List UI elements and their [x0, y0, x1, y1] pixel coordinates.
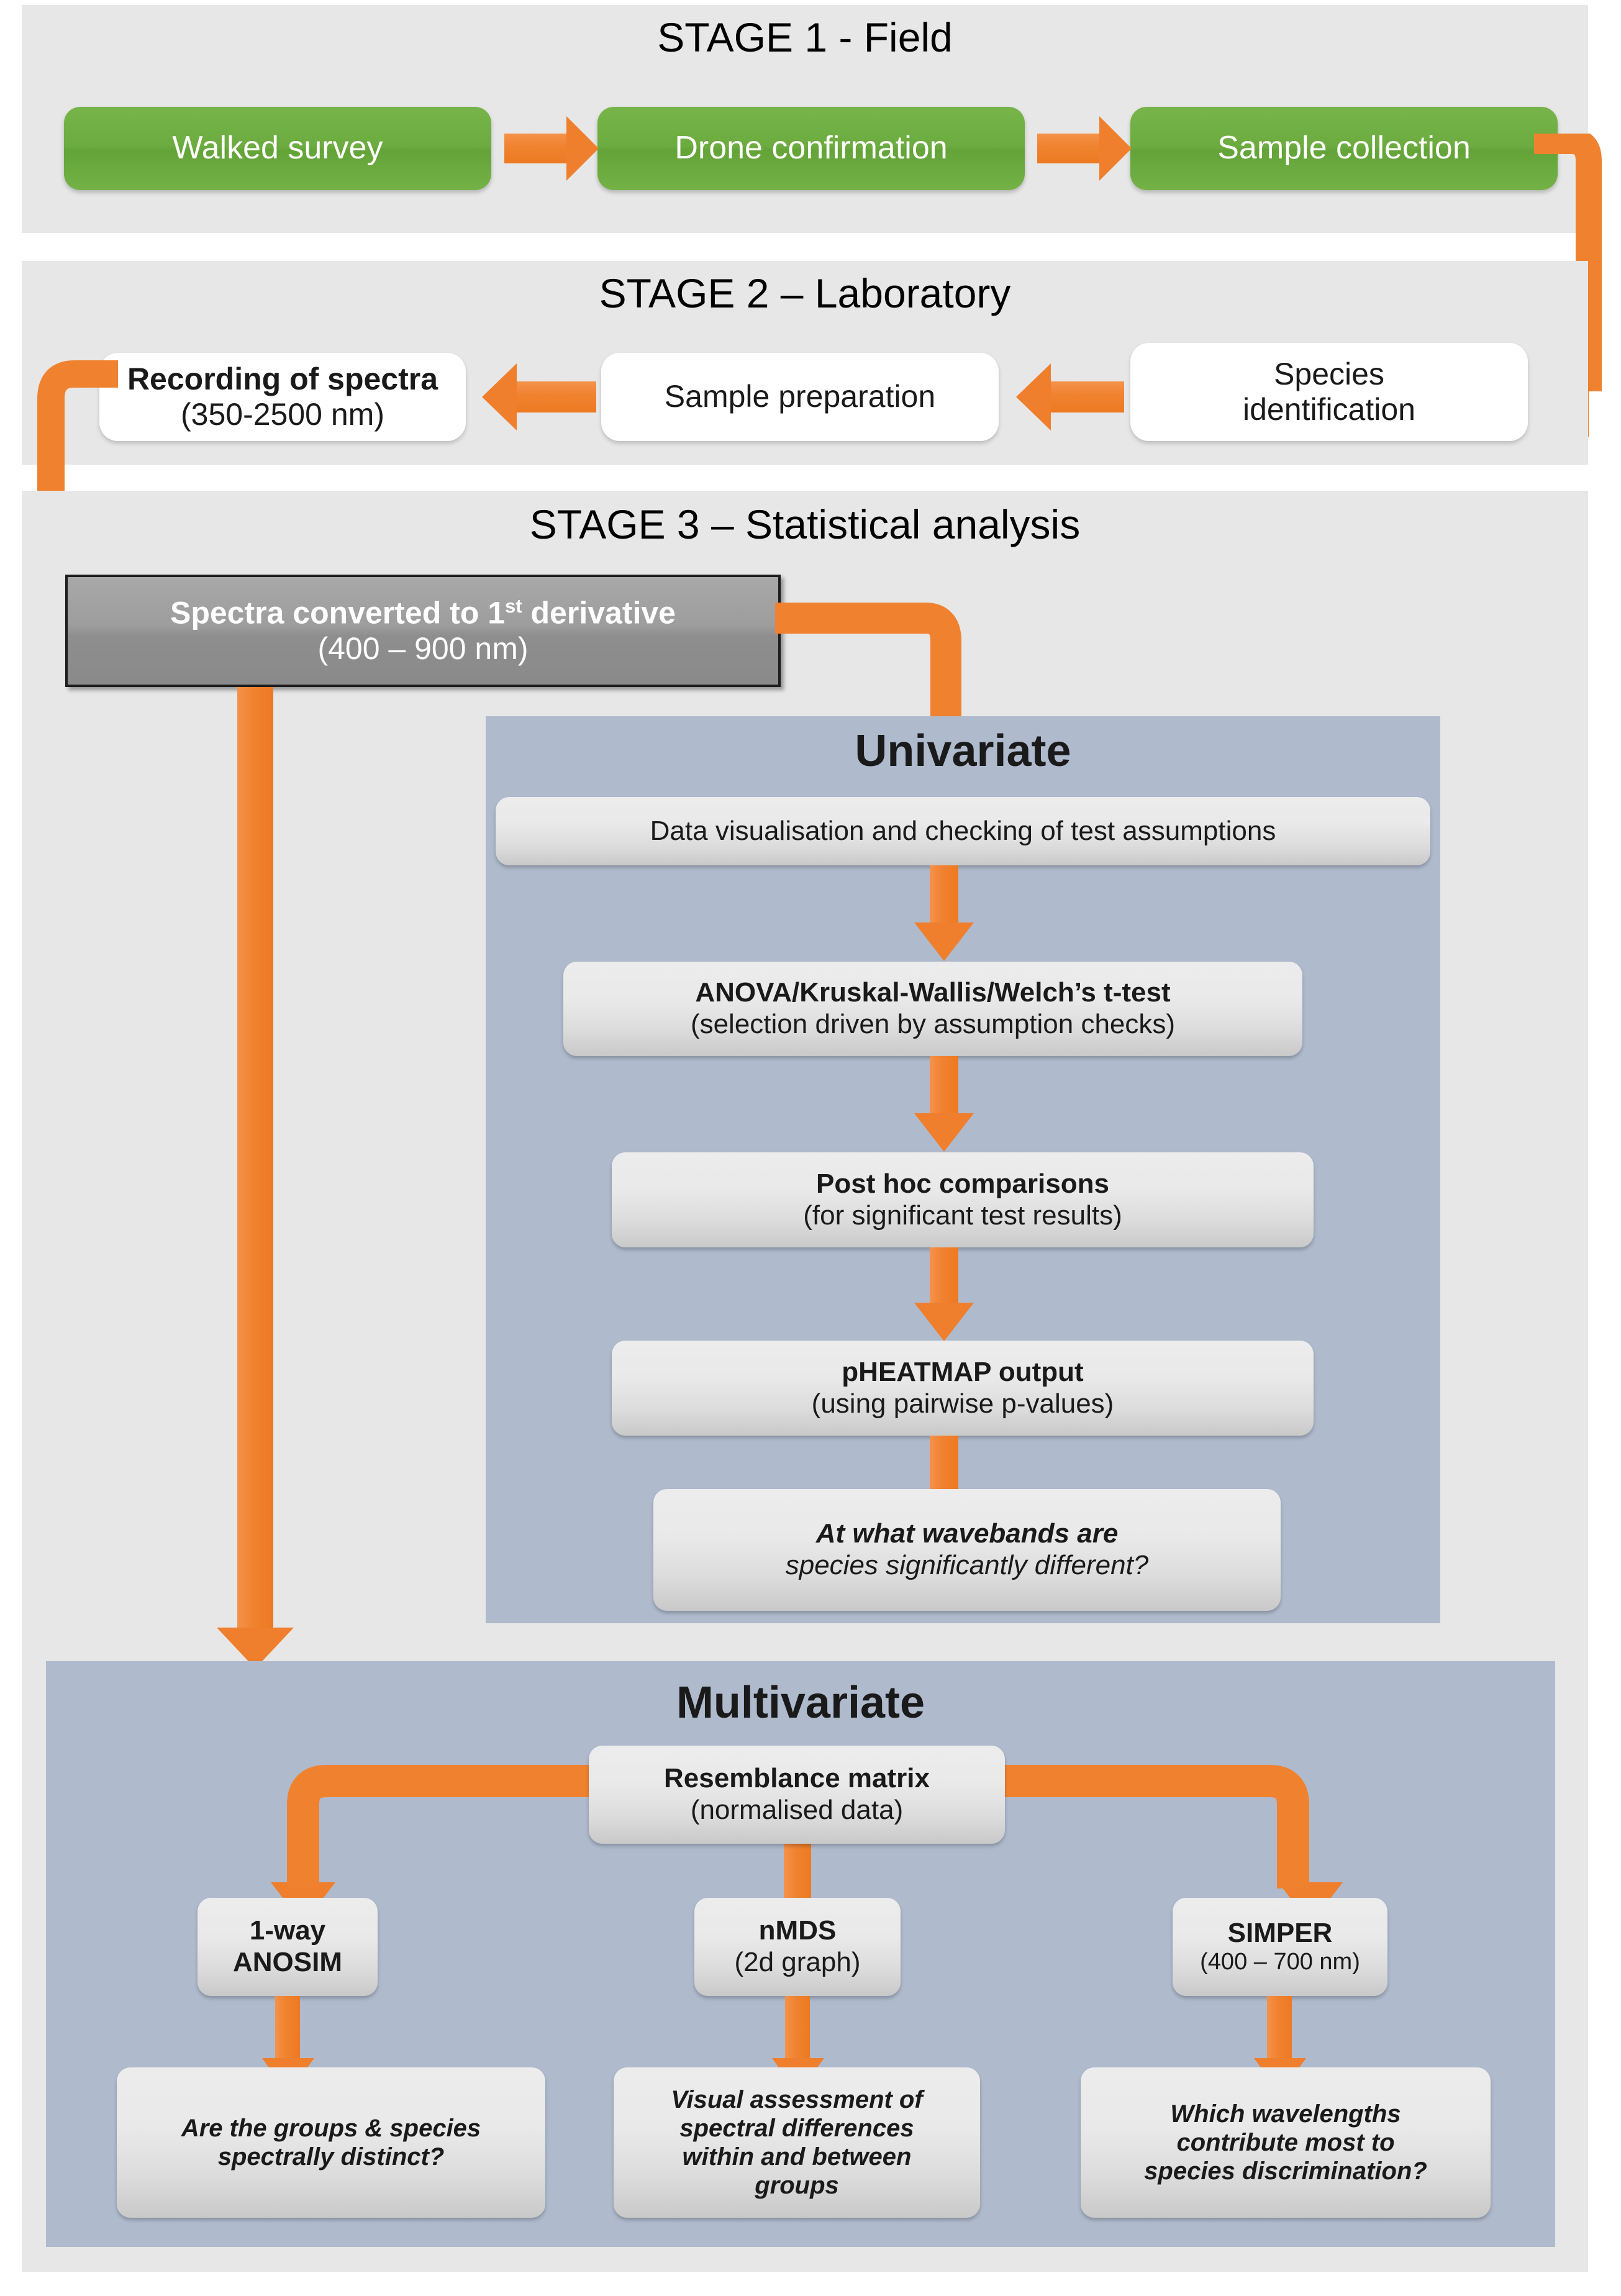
node-univariate-question[interactable]: At what wavebands are species significan… [653, 1489, 1281, 1611]
node-label: Data visualisation and checking of test … [650, 815, 1276, 846]
flowchart-figure: STAGE 1 - Field Walked survey Drone conf… [0, 0, 1621, 2296]
arrow-walked-to-drone [504, 134, 569, 163]
node-label-line2: (for significant test results) [803, 1200, 1122, 1231]
node-spectra-converted[interactable]: Spectra converted to 1st derivative (400… [65, 575, 781, 687]
arrow-drone-to-sample [1037, 134, 1102, 163]
node-nmds-question[interactable]: Visual assessment of spectral difference… [614, 2067, 980, 2218]
node-walked-survey[interactable]: Walked survey [64, 107, 491, 190]
arrow-resemblance-to-simper [963, 1761, 1310, 1898]
arrow-anosim-to-question [275, 1996, 300, 2064]
arrow-visualisation-to-anova-head [914, 922, 974, 961]
node-label-line2: (400 – 700 nm) [1200, 1949, 1360, 1975]
node-label-line1: Resemblance matrix [664, 1763, 930, 1794]
node-label-line2: spectral differences [679, 2115, 914, 2142]
node-label: Sample preparation [664, 379, 936, 414]
node-post-hoc-comparisons[interactable]: Post hoc comparisons (for significant te… [612, 1152, 1314, 1247]
arrow-walked-to-drone-head [566, 116, 599, 181]
node-label-line2: species significantly different? [785, 1550, 1149, 1580]
node-label-line2: (400 – 900 nm) [317, 631, 529, 666]
node-label-line4: groups [755, 2172, 839, 2199]
stage-1-title: STAGE 1 - Field [657, 14, 953, 60]
node-species-identification[interactable]: Species identification [1130, 343, 1528, 441]
node-sample-preparation[interactable]: Sample preparation [601, 353, 999, 441]
node-drone-confirmation[interactable]: Drone confirmation [597, 107, 1025, 190]
arrow-species-to-prep [1050, 381, 1124, 412]
node-label-line2: contribute most to [1176, 2129, 1395, 2156]
node-label-line1: At what wavebands are [815, 1518, 1119, 1549]
node-label-line1: pHEATMAP output [842, 1356, 1084, 1387]
node-label: Walked survey [172, 130, 383, 166]
node-label-line1: 1-way [249, 1915, 326, 1946]
node-label-line1: Post hoc comparisons [816, 1168, 1109, 1199]
multivariate-title: Multivariate [676, 1678, 925, 1728]
node-anosim[interactable]: 1-way ANOSIM [198, 1898, 378, 1996]
node-data-visualisation[interactable]: Data visualisation and checking of test … [496, 797, 1430, 865]
node-label-line2: (350-2500 nm) [181, 397, 384, 432]
arrow-visualisation-to-anova [930, 865, 958, 931]
node-recording-of-spectra[interactable]: Recording of spectra (350-2500 nm) [99, 353, 466, 441]
node-label-line1: Visual assessment of [671, 2086, 923, 2113]
node-label-line2: (using pairwise p-values) [811, 1388, 1114, 1419]
node-label-line2: (selection driven by assumption checks) [690, 1009, 1176, 1039]
arrow-species-to-prep-head [1016, 363, 1051, 430]
node-label-line1: Which wavelengths [1170, 2100, 1401, 2128]
arrow-anova-to-posthoc-head [914, 1113, 974, 1152]
arrow-simper-to-question [1267, 1996, 1292, 2064]
node-sample-collection[interactable]: Sample collection [1130, 107, 1558, 190]
stage-3-title: STAGE 3 – Statistical analysis [529, 501, 1081, 547]
arrow-prep-to-recording-head [482, 363, 517, 430]
node-label-line1: Are the groups & species [181, 2115, 481, 2142]
arrow-posthoc-to-pheatmap-head [914, 1303, 974, 1341]
node-label-line2: spectrally distinct? [217, 2143, 445, 2171]
node-label-line1: nMDS [758, 1915, 837, 1946]
node-label-line2: identification [1243, 392, 1415, 427]
arrow-pheatmap-to-question [930, 1436, 958, 1498]
arrow-resemblance-to-anosim [286, 1761, 633, 1898]
arrow-posthoc-to-pheatmap [930, 1247, 958, 1310]
node-label-line3: within and between [682, 2143, 912, 2171]
node-label: Sample collection [1217, 130, 1471, 166]
node-anosim-question[interactable]: Are the groups & species spectrally dist… [117, 2067, 545, 2218]
node-label-line2: (2d graph) [734, 1947, 861, 1977]
node-label-line1: Species [1274, 356, 1384, 391]
node-anova-kruskal-welch[interactable]: ANOVA/Kruskal-Wallis/Welch’s t-test (sel… [563, 962, 1302, 1056]
stage-2-title: STAGE 2 – Laboratory [599, 270, 1011, 316]
node-label: Drone confirmation [674, 130, 948, 166]
arrow-derivative-to-multivariate [237, 687, 273, 1638]
univariate-title: Univariate [855, 726, 1071, 776]
node-label-line1: ANOVA/Kruskal-Wallis/Welch’s t-test [695, 977, 1171, 1008]
node-label-line1: SIMPER [1227, 1917, 1333, 1948]
node-simper[interactable]: SIMPER (400 – 700 nm) [1173, 1898, 1387, 1996]
node-label-line2: (normalised data) [690, 1795, 904, 1825]
node-label-line2: ANOSIM [233, 1947, 342, 1977]
node-label-line3: species discrimination? [1144, 2157, 1427, 2185]
arrow-prep-to-recording [515, 381, 596, 412]
node-label-line1: Recording of spectra [127, 361, 438, 396]
arrow-anova-to-posthoc [930, 1056, 958, 1121]
arrow-drone-to-sample-head [1099, 116, 1132, 181]
node-label-line1: Spectra converted to 1st derivative [170, 594, 676, 631]
arrow-nmds-to-question [785, 1996, 810, 2064]
node-resemblance-matrix[interactable]: Resemblance matrix (normalised data) [589, 1746, 1005, 1844]
node-pheatmap-output[interactable]: pHEATMAP output (using pairwise p-values… [612, 1341, 1314, 1436]
node-nmds[interactable]: nMDS (2d graph) [694, 1898, 901, 1996]
node-simper-question[interactable]: Which wavelengths contribute most to spe… [1081, 2067, 1491, 2218]
